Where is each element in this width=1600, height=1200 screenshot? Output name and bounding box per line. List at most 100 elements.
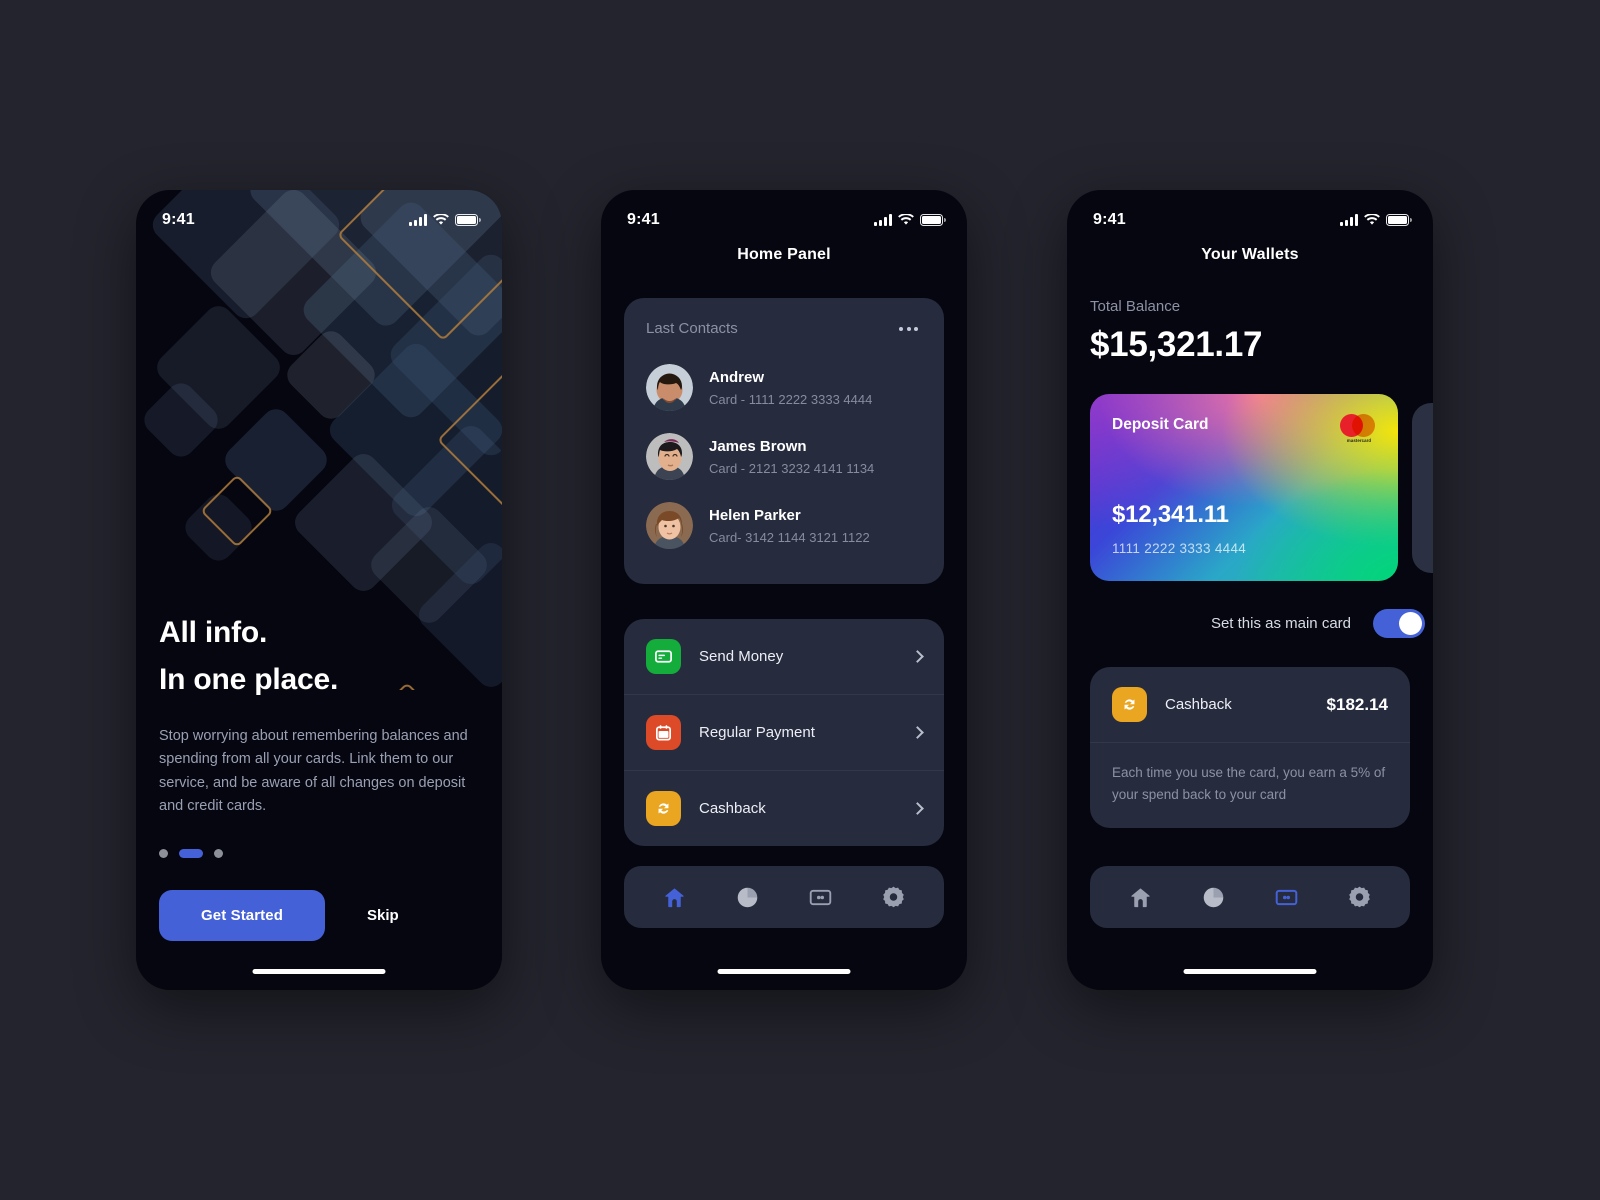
nav-item-statistics[interactable] [725, 874, 771, 920]
deposit-card[interactable]: Deposit Card mastercard $12,341.11 1111 … [1090, 394, 1398, 581]
contact-card-number: Card- 3142 1144 3121 1122 [709, 529, 870, 545]
contact-card-number: Card - 1111 2222 3333 4444 [709, 391, 873, 407]
card-number: 1111 2222 3333 4444 [1112, 541, 1247, 556]
onboarding-actions: Get Started Skip [159, 889, 479, 941]
contact-info: Andrew Card - 1111 2222 3333 4444 [709, 369, 872, 407]
total-balance-label: Total Balance [1090, 298, 1181, 315]
get-started-button[interactable]: Get Started [159, 889, 325, 941]
signal-bars-icon [874, 214, 892, 226]
contact-row[interactable]: James Brown Card - 2121 3232 4141 1134 [646, 422, 922, 491]
cashback-header: Cashback $182.14 [1090, 667, 1410, 742]
wifi-icon [1364, 214, 1380, 225]
nav-item-home[interactable] [1118, 874, 1164, 920]
status-bar: 9:41 [136, 190, 502, 236]
nav-item-wallet[interactable] [798, 874, 844, 920]
home-indicator[interactable] [252, 969, 386, 974]
quick-actions-list: Send Money Regular Payment Cashback [624, 619, 944, 846]
next-card-preview[interactable] [1412, 403, 1433, 573]
calendar-icon [646, 715, 681, 750]
avatar [646, 364, 693, 411]
contacts-title: Last Contacts [646, 320, 738, 337]
wifi-icon [898, 214, 914, 225]
bottom-navigation-bar [624, 866, 944, 928]
contact-info: James Brown Card - 2121 3232 4141 1134 [709, 438, 874, 476]
home-indicator[interactable] [1183, 969, 1317, 974]
status-bar: 9:41 [601, 190, 967, 236]
phone-onboarding: 9:41 All info. In one place. Stop worryi… [136, 190, 502, 990]
action-row-cashback[interactable]: Cashback [624, 770, 944, 846]
battery-icon [455, 214, 481, 226]
action-label: Cashback [699, 800, 766, 817]
status-icons [409, 214, 481, 226]
contact-name: James Brown [709, 437, 807, 455]
phone-home-panel: 9:41 Home Panel Last Contacts Andrew Car… [601, 190, 967, 990]
status-time: 9:41 [1093, 211, 1126, 228]
cashback-card: Cashback $182.14 Each time you use the c… [1090, 667, 1410, 828]
bottom-navigation-bar [1090, 866, 1410, 928]
last-contacts-card: Last Contacts Andrew Card - 1111 2222 33… [624, 298, 944, 584]
status-bar: 9:41 [1067, 190, 1433, 236]
cashback-amount: $182.14 [1326, 694, 1388, 714]
signal-bars-icon [1340, 214, 1358, 226]
nav-item-home[interactable] [652, 874, 698, 920]
avatar [646, 433, 693, 480]
home-indicator[interactable] [717, 969, 851, 974]
contact-row[interactable]: Helen Parker Card- 3142 1144 3121 1122 [646, 491, 922, 560]
signal-bars-icon [409, 214, 427, 226]
card-title: Deposit Card [1112, 416, 1209, 433]
onboarding-body-text: Stop worrying about remembering balances… [159, 728, 468, 815]
action-label: Regular Payment [699, 724, 815, 741]
refresh-icon [1112, 687, 1147, 722]
contact-row[interactable]: Andrew Card - 1111 2222 3333 4444 [646, 353, 922, 422]
contact-name: Helen Parker [709, 506, 801, 524]
total-balance-amount: $15,321.17 [1090, 325, 1263, 364]
nav-item-statistics[interactable] [1191, 874, 1237, 920]
contacts-header: Last Contacts [646, 320, 922, 337]
phone-wallets: 9:41 Your Wallets Total Balance $15,321.… [1067, 190, 1433, 990]
pagination-dot-3[interactable] [214, 848, 223, 858]
chevron-right-icon [911, 726, 924, 739]
main-card-toggle-row: Set this as main card [1067, 609, 1433, 638]
action-label: Send Money [699, 648, 784, 665]
chevron-right-icon [911, 650, 924, 663]
action-row-regular-payment[interactable]: Regular Payment [624, 694, 944, 770]
screenshot-stage: 9:41 All info. In one place. Stop worryi… [0, 0, 1600, 1200]
cashback-description: Each time you use the card, you earn a 5… [1090, 742, 1410, 828]
status-icons [1340, 214, 1412, 226]
main-card-toggle[interactable] [1373, 609, 1425, 638]
contact-name: Andrew [709, 368, 765, 386]
headline-line-1: All info. [159, 616, 268, 649]
card-carousel: Deposit Card mastercard $12,341.11 1111 … [1067, 394, 1433, 581]
skip-button[interactable]: Skip [367, 907, 399, 924]
pagination-dot-1[interactable] [159, 848, 168, 858]
battery-icon [1386, 214, 1412, 226]
nav-item-settings[interactable] [1337, 874, 1383, 920]
main-card-label: Set this as main card [1210, 615, 1351, 632]
battery-icon [920, 214, 946, 226]
cashback-label: Cashback [1165, 696, 1232, 713]
onboarding-copy: All info. In one place. Stop worrying ab… [159, 610, 479, 941]
mastercard-logo-icon: mastercard [1340, 414, 1378, 443]
wifi-icon [433, 214, 449, 225]
card-amount: $12,341.11 [1112, 501, 1229, 528]
nav-item-wallet[interactable] [1264, 874, 1310, 920]
toggle-knob [1399, 612, 1422, 635]
pagination-dots [159, 848, 479, 858]
page-title: Home Panel [737, 246, 831, 263]
credit-card-icon [646, 639, 681, 674]
contact-card-number: Card - 2121 3232 4141 1134 [709, 460, 875, 476]
headline-line-2: In one place. [159, 662, 339, 696]
nav-item-settings[interactable] [871, 874, 917, 920]
refresh-icon [646, 791, 681, 826]
page-title: Your Wallets [1201, 246, 1299, 263]
chevron-right-icon [911, 802, 924, 815]
more-options-icon[interactable] [895, 323, 922, 335]
avatar [646, 502, 693, 549]
status-icons [874, 214, 946, 226]
contact-info: Helen Parker Card- 3142 1144 3121 1122 [709, 507, 870, 545]
status-time: 9:41 [162, 211, 195, 228]
pagination-dot-2-active[interactable] [179, 848, 203, 858]
mastercard-wordmark: mastercard [1346, 438, 1372, 443]
status-time: 9:41 [627, 211, 660, 228]
action-row-send-money[interactable]: Send Money [624, 619, 944, 694]
